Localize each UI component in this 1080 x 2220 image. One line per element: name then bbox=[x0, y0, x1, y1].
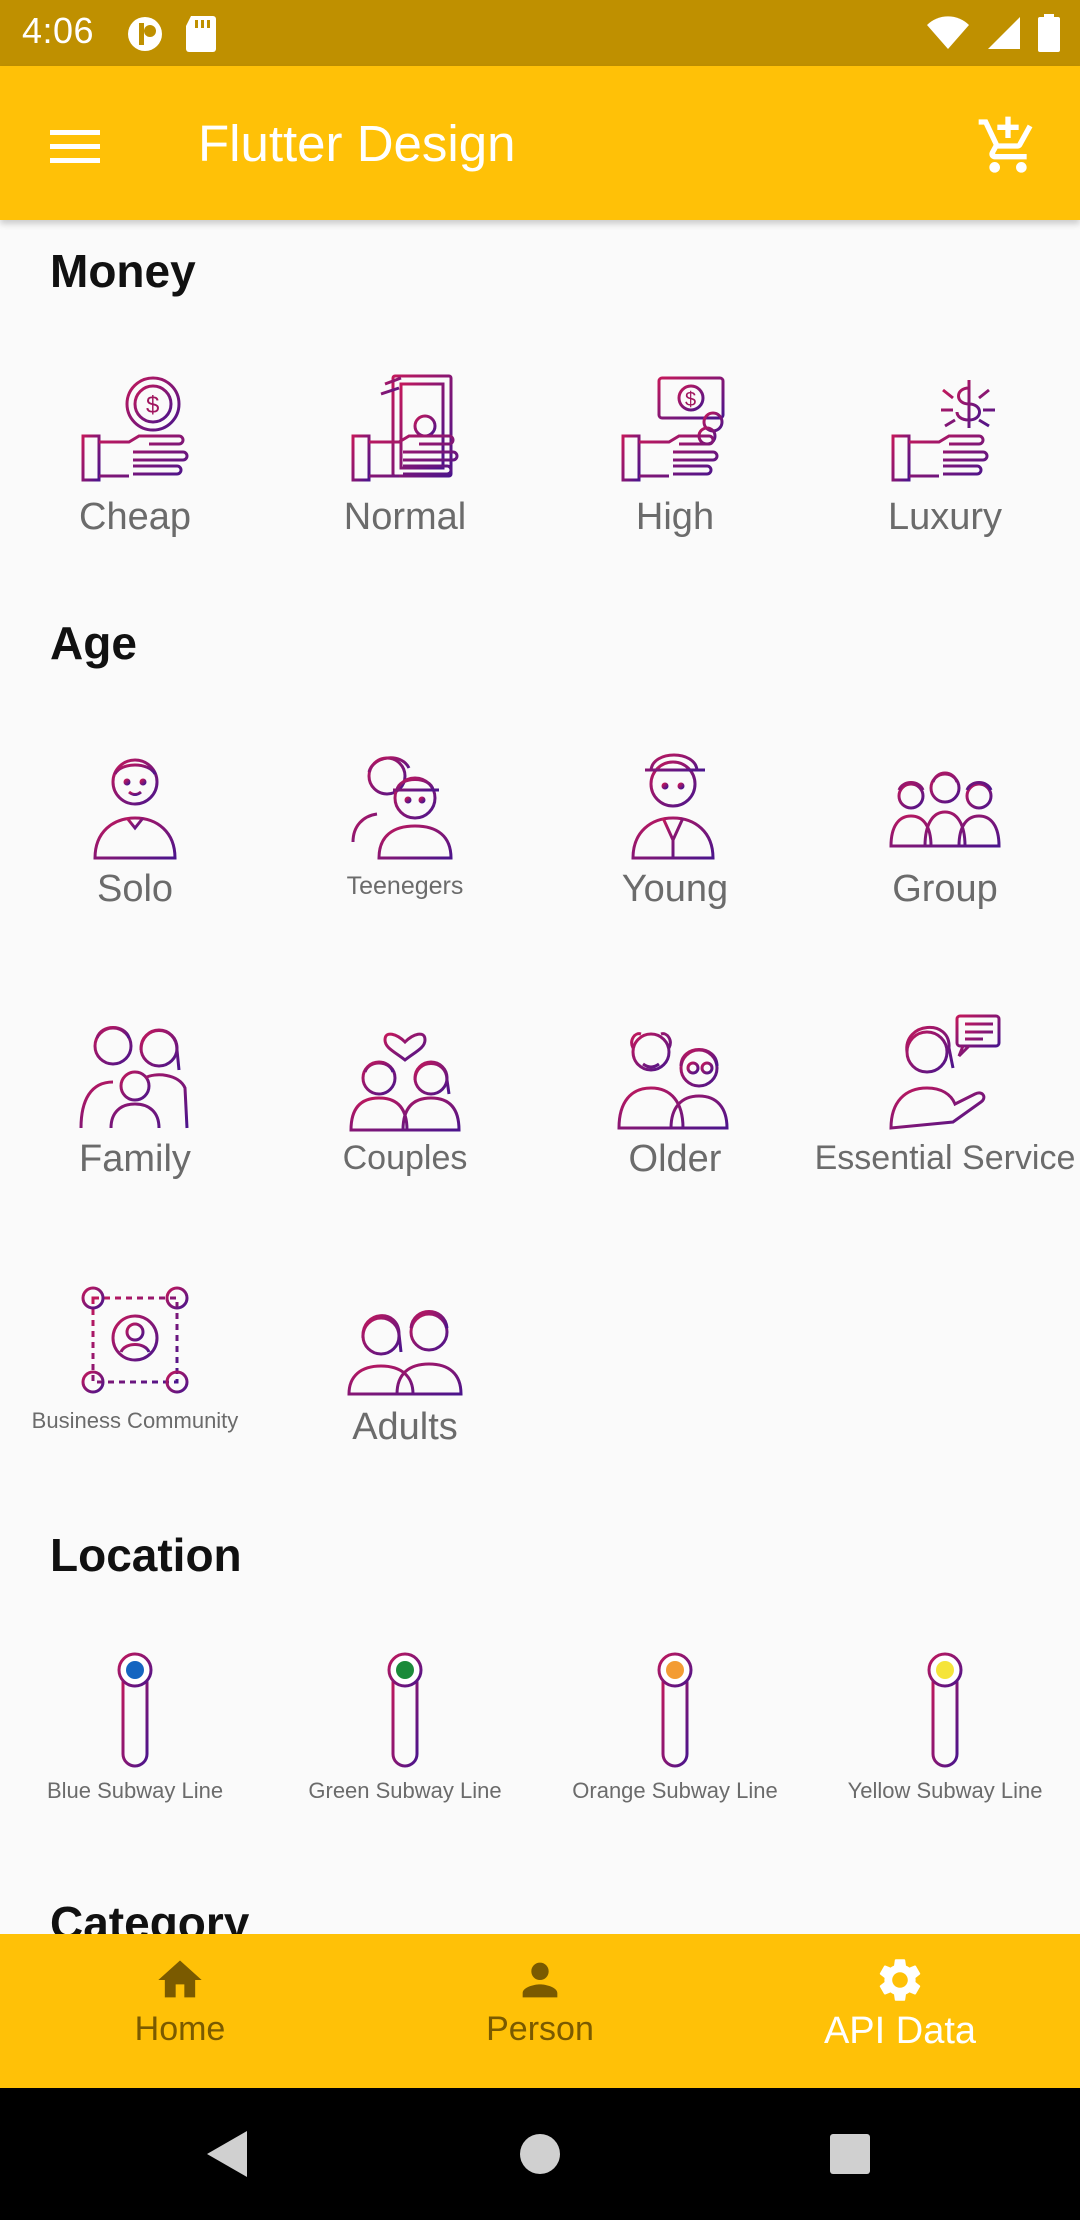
teenagers-icon bbox=[351, 756, 453, 860]
age-item-essential-service[interactable]: Essential Service bbox=[810, 1012, 1080, 1177]
location-item-label: Blue Subway Line bbox=[46, 1778, 224, 1803]
content-scroll[interactable]: Money $ Cheap Normal $ High Luxury Age S… bbox=[0, 220, 1080, 1934]
location-item-label: Green Subway Line bbox=[308, 1778, 502, 1803]
location-item-label: Orange Subway Line bbox=[572, 1778, 778, 1803]
age-item-label: Business Community bbox=[31, 1408, 239, 1433]
adults-icon bbox=[347, 1310, 463, 1396]
age-item-label: Teenegers bbox=[346, 872, 464, 900]
nav-item-home[interactable]: Home bbox=[0, 1934, 360, 2088]
subway-line-pin-icon bbox=[927, 1652, 963, 1768]
bottom-navigation: Home Person API Data bbox=[0, 1934, 1080, 2088]
solo-person-icon bbox=[93, 758, 177, 860]
age-item-couples[interactable]: Couples bbox=[270, 1012, 540, 1177]
nav-item-api-data[interactable]: API Data bbox=[720, 1934, 1080, 2088]
section-title-location: Location bbox=[50, 1529, 242, 1581]
subway-line-pin-icon bbox=[117, 1652, 153, 1768]
age-item-label: Group bbox=[892, 868, 998, 910]
system-navigation-bar bbox=[0, 2088, 1080, 2220]
money-item-high[interactable]: $ High bbox=[540, 370, 810, 536]
luxury-money-icon bbox=[891, 380, 995, 482]
high-money-icon: $ bbox=[621, 376, 725, 482]
business-community-icon bbox=[81, 1286, 189, 1394]
age-item-label: Adults bbox=[352, 1406, 458, 1448]
age-item-label: Young bbox=[621, 868, 729, 910]
svg-text:$: $ bbox=[146, 392, 159, 419]
add-to-cart-button[interactable] bbox=[970, 108, 1046, 184]
family-icon bbox=[79, 1026, 189, 1129]
nav-label: API Data bbox=[823, 2010, 977, 2052]
age-item-group[interactable]: Group bbox=[810, 742, 1080, 908]
age-item-label: Couples bbox=[342, 1139, 468, 1177]
normal-money-icon bbox=[351, 374, 459, 482]
nav-item-person[interactable]: Person bbox=[360, 1934, 720, 2088]
age-item-label: Solo bbox=[96, 868, 174, 910]
money-item-cheap[interactable]: $ Cheap bbox=[0, 370, 270, 536]
age-item-family[interactable]: Family bbox=[0, 1012, 270, 1178]
status-bar: 4:06 bbox=[0, 0, 1080, 66]
age-item-solo[interactable]: Solo bbox=[0, 742, 270, 908]
age-item-older[interactable]: Older bbox=[540, 1012, 810, 1178]
age-item-adults[interactable]: Adults bbox=[270, 1280, 540, 1446]
subway-line-pin-icon bbox=[387, 1652, 423, 1768]
home-system-button[interactable] bbox=[510, 2124, 570, 2184]
age-item-label: Essential Service bbox=[814, 1139, 1076, 1177]
person-icon bbox=[522, 1962, 558, 1998]
gear-icon bbox=[879, 1959, 921, 2001]
section-title-category: Category bbox=[50, 1897, 250, 1934]
battery-icon bbox=[1038, 14, 1060, 57]
add-shopping-cart-icon bbox=[978, 116, 1033, 173]
nav-label: Person bbox=[486, 2010, 594, 2048]
notification-icon bbox=[125, 14, 165, 59]
app-title: Flutter Design bbox=[198, 115, 516, 172]
age-item-business-community[interactable]: Business Community bbox=[0, 1280, 270, 1433]
signal-icon bbox=[986, 15, 1022, 56]
age-item-label: Older bbox=[628, 1138, 722, 1180]
app-bar: Flutter Design bbox=[0, 66, 1080, 220]
essential-service-icon bbox=[889, 1014, 1001, 1130]
back-triangle-icon bbox=[207, 2131, 247, 2177]
section-title-money: Money bbox=[50, 245, 196, 297]
subway-line-pin-icon bbox=[657, 1652, 693, 1768]
money-item-label: Normal bbox=[343, 496, 467, 538]
money-item-label: Cheap bbox=[79, 496, 191, 538]
young-person-icon bbox=[631, 753, 715, 860]
hamburger-menu-icon bbox=[50, 130, 100, 163]
menu-button[interactable] bbox=[40, 116, 110, 176]
age-item-young[interactable]: Young bbox=[540, 742, 810, 908]
section-title-age: Age bbox=[50, 617, 137, 669]
status-time: 4:06 bbox=[22, 10, 95, 51]
group-icon bbox=[889, 771, 1001, 848]
money-item-label: Luxury bbox=[887, 496, 1003, 538]
svg-text:$: $ bbox=[685, 389, 696, 411]
couples-icon bbox=[349, 1032, 461, 1132]
home-icon bbox=[158, 1960, 202, 1998]
recents-button[interactable] bbox=[820, 2124, 880, 2184]
location-item-green-line[interactable]: Green Subway Line bbox=[270, 1650, 540, 1803]
sd-card-icon bbox=[183, 14, 219, 59]
cheap-money-icon: $ bbox=[81, 376, 189, 482]
age-item-teenagers[interactable]: Teenegers bbox=[270, 742, 540, 901]
older-couple-icon bbox=[617, 1032, 729, 1130]
money-item-label: High bbox=[635, 496, 715, 538]
location-item-orange-line[interactable]: Orange Subway Line bbox=[540, 1650, 810, 1803]
money-item-luxury[interactable]: Luxury bbox=[810, 370, 1080, 536]
wifi-icon bbox=[926, 15, 970, 56]
money-item-normal[interactable]: Normal bbox=[270, 370, 540, 536]
location-item-blue-line[interactable]: Blue Subway Line bbox=[0, 1650, 270, 1803]
location-item-yellow-line[interactable]: Yellow Subway Line bbox=[810, 1650, 1080, 1803]
recents-square-icon bbox=[830, 2134, 870, 2174]
home-circle-icon bbox=[520, 2134, 560, 2174]
nav-label: Home bbox=[134, 2010, 226, 2048]
location-item-label: Yellow Subway Line bbox=[847, 1778, 1043, 1803]
back-button[interactable] bbox=[196, 2124, 256, 2184]
age-item-label: Family bbox=[79, 1138, 191, 1180]
